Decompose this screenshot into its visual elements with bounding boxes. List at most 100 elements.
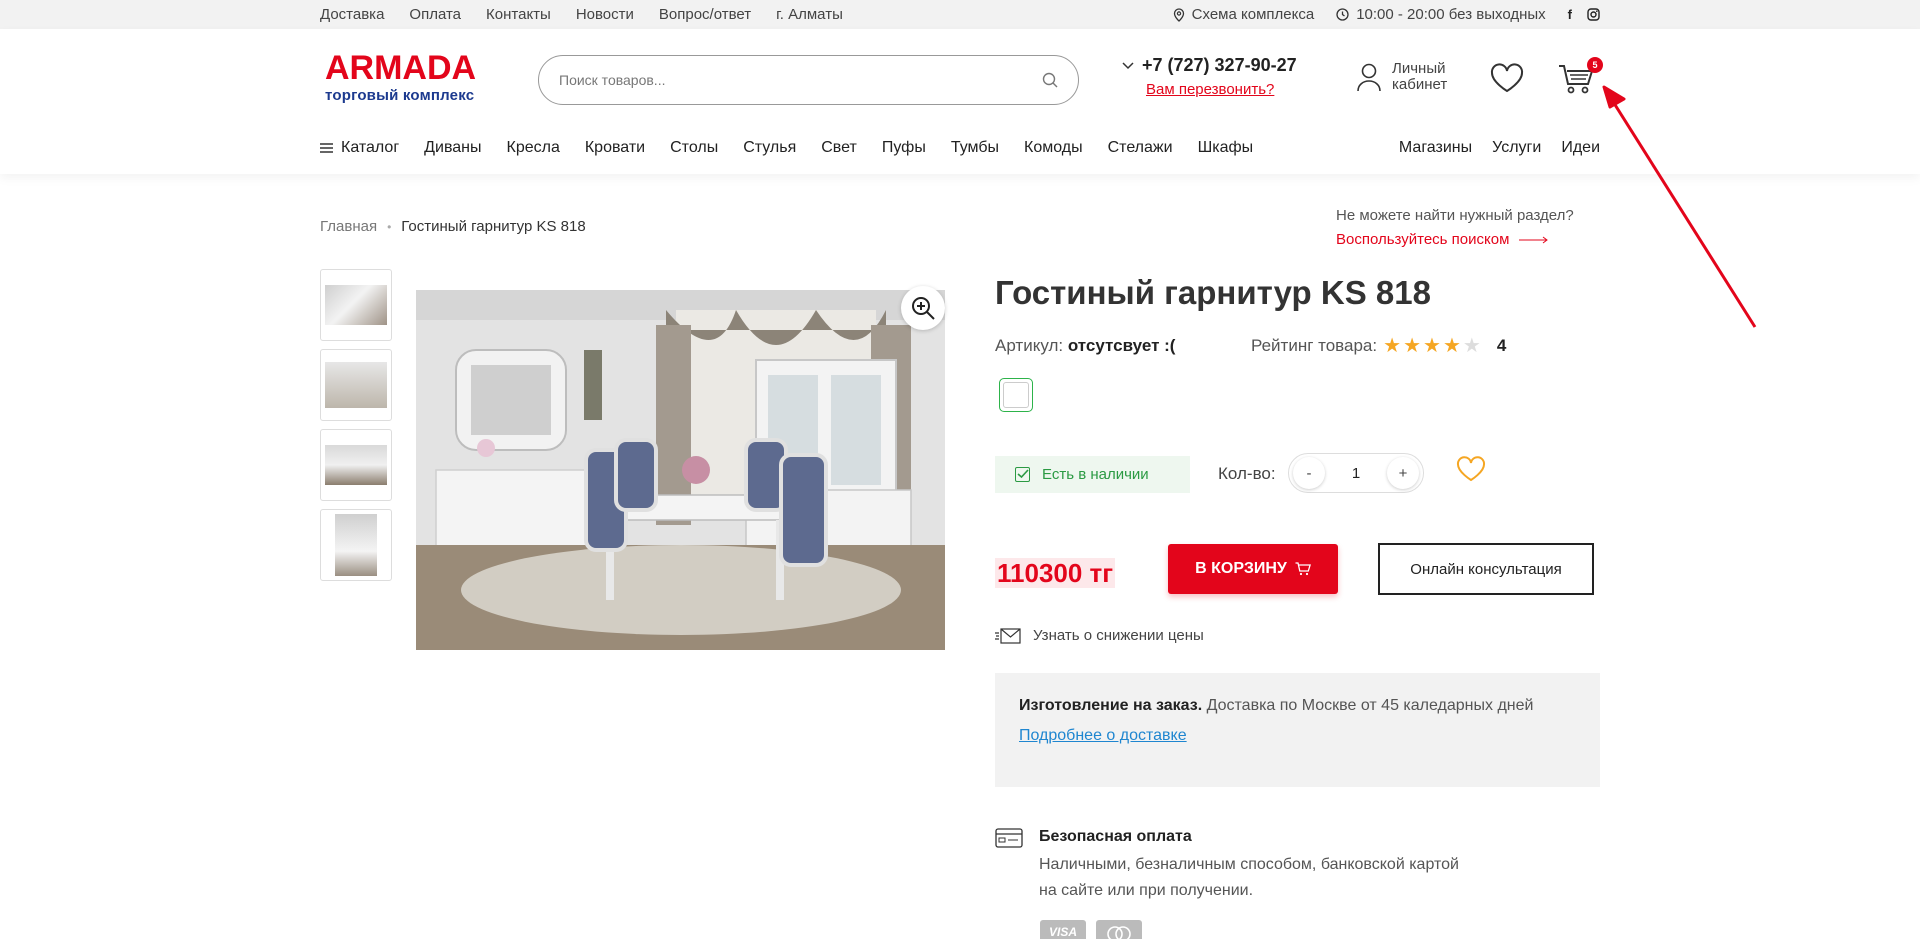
- nav-item-dressers[interactable]: Комоды: [1024, 139, 1083, 157]
- online-consultation-button[interactable]: Онлайн консультация: [1378, 543, 1594, 595]
- thumbnail[interactable]: [320, 269, 392, 341]
- search-hint-link-label: Воспользуйтесь поиском: [1336, 231, 1510, 248]
- phone-block: +7 (727) 327-90-27 Вам перезвонить?: [1122, 55, 1297, 98]
- search-input[interactable]: [559, 72, 1042, 88]
- star-empty-icon: ★: [1462, 335, 1481, 357]
- zoom-button[interactable]: [901, 286, 945, 330]
- product-main-image[interactable]: [416, 290, 945, 650]
- visa-icon: VISA: [1040, 920, 1086, 939]
- star-filled-icon: ★: [1442, 335, 1461, 357]
- top-link-contacts[interactable]: Контакты: [486, 6, 551, 23]
- payment-title: Безопасная оплата: [1039, 828, 1192, 845]
- star-filled-icon: ★: [1403, 335, 1421, 357]
- search-hint-link[interactable]: Воспользуйтесь поиском: [1336, 228, 1574, 252]
- nav-item-stores[interactable]: Магазины: [1399, 139, 1472, 157]
- thumbnail[interactable]: [320, 429, 392, 501]
- phone-number[interactable]: +7 (727) 327-90-27: [1142, 55, 1297, 76]
- callback-link[interactable]: Вам перезвонить?: [1146, 81, 1297, 98]
- instagram-icon[interactable]: [1587, 8, 1600, 21]
- nav-item-wardrobes[interactable]: Шкафы: [1198, 139, 1254, 157]
- account-label-1: Личный: [1392, 60, 1446, 77]
- nav-item-poufs[interactable]: Пуфы: [882, 139, 926, 157]
- price-drop-label: Узнать о снижении цены: [1033, 627, 1204, 644]
- thumbnail-list: [320, 269, 392, 589]
- quantity-increase-button[interactable]: +: [1387, 457, 1419, 489]
- search-hint: Не можете найти нужный раздел? Воспользу…: [1336, 204, 1574, 252]
- breadcrumb-separator: •: [387, 219, 392, 234]
- logo-brand: ARMADA: [325, 49, 477, 87]
- envelope-icon: [995, 627, 1021, 644]
- add-to-cart-label: В КОРЗИНУ: [1195, 560, 1287, 577]
- breadcrumb: Главная • Гостиный гарнитур KS 818: [320, 218, 586, 235]
- thumbnail-image: [335, 514, 377, 576]
- article-info: Артикул: отсутсвует :(: [995, 336, 1175, 356]
- delivery-text: Доставка по Москве от 45 каледарных дней: [1206, 697, 1534, 714]
- nav-item-ideas[interactable]: Идеи: [1561, 139, 1600, 157]
- quantity-value[interactable]: 1: [1352, 465, 1360, 482]
- catalog-menu[interactable]: Каталог: [320, 139, 399, 157]
- article-label: Артикул:: [995, 336, 1064, 355]
- delivery-more-link[interactable]: Подробнее о доставке: [1019, 723, 1576, 749]
- zoom-in-icon: [912, 297, 935, 320]
- add-to-favorites-button[interactable]: [1456, 456, 1486, 487]
- nav-item-armchairs[interactable]: Кресла: [507, 139, 560, 157]
- nav-item-tables[interactable]: Столы: [670, 139, 718, 157]
- payment-info: Безопасная оплата Наличными, безналичным…: [995, 828, 1459, 904]
- menu-icon: [320, 143, 333, 153]
- top-link-faq[interactable]: Вопрос/ответ: [659, 6, 751, 23]
- working-hours: 10:00 - 20:00 без выходных: [1336, 6, 1546, 23]
- delivery-bold: Изготовление на заказ.: [1019, 697, 1203, 714]
- heart-icon: [1456, 456, 1486, 482]
- nav-item-beds[interactable]: Кровати: [585, 139, 645, 157]
- logo[interactable]: ARMADA торговый комплекс: [325, 51, 476, 104]
- breadcrumb-current: Гостиный гарнитур KS 818: [401, 218, 586, 235]
- product-price: 110300 тг: [995, 558, 1116, 588]
- nav-item-shelves[interactable]: Стелажи: [1108, 139, 1173, 157]
- color-swatch-inner: [1003, 382, 1029, 408]
- nav-item-lighting[interactable]: Свет: [821, 139, 857, 157]
- main-nav: Каталог Диваны Кресла Кровати Столы Стул…: [320, 133, 1600, 163]
- account-label-2: кабинет: [1392, 76, 1448, 93]
- thumbnail[interactable]: [320, 349, 392, 421]
- star-filled-icon: ★: [1423, 335, 1441, 357]
- nav-item-services[interactable]: Услуги: [1492, 139, 1541, 157]
- site-header: ARMADA торговый комплекс +7 (727) 327-90…: [0, 29, 1920, 174]
- top-link-city[interactable]: г. Алматы: [776, 6, 843, 23]
- clock-icon: [1336, 8, 1349, 21]
- top-link-payment[interactable]: Оплата: [409, 6, 461, 23]
- nav-item-chairs[interactable]: Стулья: [743, 139, 796, 157]
- scheme-label: Схема комплекса: [1191, 6, 1315, 23]
- search-hint-question: Не можете найти нужный раздел?: [1336, 207, 1574, 224]
- thumbnail-image: [325, 362, 387, 408]
- top-links: Доставка Оплата Контакты Новости Вопрос/…: [320, 6, 843, 23]
- breadcrumb-home[interactable]: Главная: [320, 218, 377, 235]
- quantity-label: Кол-во:: [1218, 464, 1276, 483]
- facebook-icon[interactable]: f: [1568, 7, 1572, 22]
- quantity-decrease-button[interactable]: -: [1293, 457, 1325, 489]
- rating-value: 4: [1496, 336, 1507, 355]
- product-photo: [416, 290, 945, 650]
- nav-item-sofas[interactable]: Диваны: [424, 139, 481, 157]
- favorites-button[interactable]: [1490, 63, 1524, 98]
- product-title: Гостиный гарнитур KS 818: [995, 274, 1431, 311]
- chevron-down-icon[interactable]: [1122, 61, 1134, 70]
- top-link-delivery[interactable]: Доставка: [320, 6, 384, 23]
- cart-count-badge: 5: [1587, 57, 1603, 73]
- star-filled-icon: ★: [1383, 335, 1402, 357]
- stock-status: Есть в наличии: [995, 456, 1190, 493]
- stock-label: Есть в наличии: [1042, 466, 1149, 483]
- color-swatch[interactable]: [999, 378, 1033, 412]
- add-to-cart-button[interactable]: В КОРЗИНУ: [1168, 544, 1338, 594]
- price-drop-notify[interactable]: Узнать о снижении цены: [995, 627, 1204, 644]
- thumbnail[interactable]: [320, 509, 392, 581]
- top-bar: Доставка Оплата Контакты Новости Вопрос/…: [0, 0, 1920, 29]
- scheme-link[interactable]: Схема комплекса: [1173, 6, 1315, 23]
- product-rating: Рейтинг товара: ★ ★ ★ ★ ★ 4: [1251, 336, 1506, 356]
- top-link-news[interactable]: Новости: [576, 6, 634, 23]
- account-link[interactable]: Личный кабинет: [1356, 61, 1447, 93]
- arrow-right-icon: [1519, 236, 1549, 244]
- rating-label: Рейтинг товара:: [1251, 336, 1378, 355]
- thumbnail-image: [325, 285, 387, 325]
- search-icon[interactable]: [1042, 72, 1058, 88]
- nav-item-nightstands[interactable]: Тумбы: [951, 139, 999, 157]
